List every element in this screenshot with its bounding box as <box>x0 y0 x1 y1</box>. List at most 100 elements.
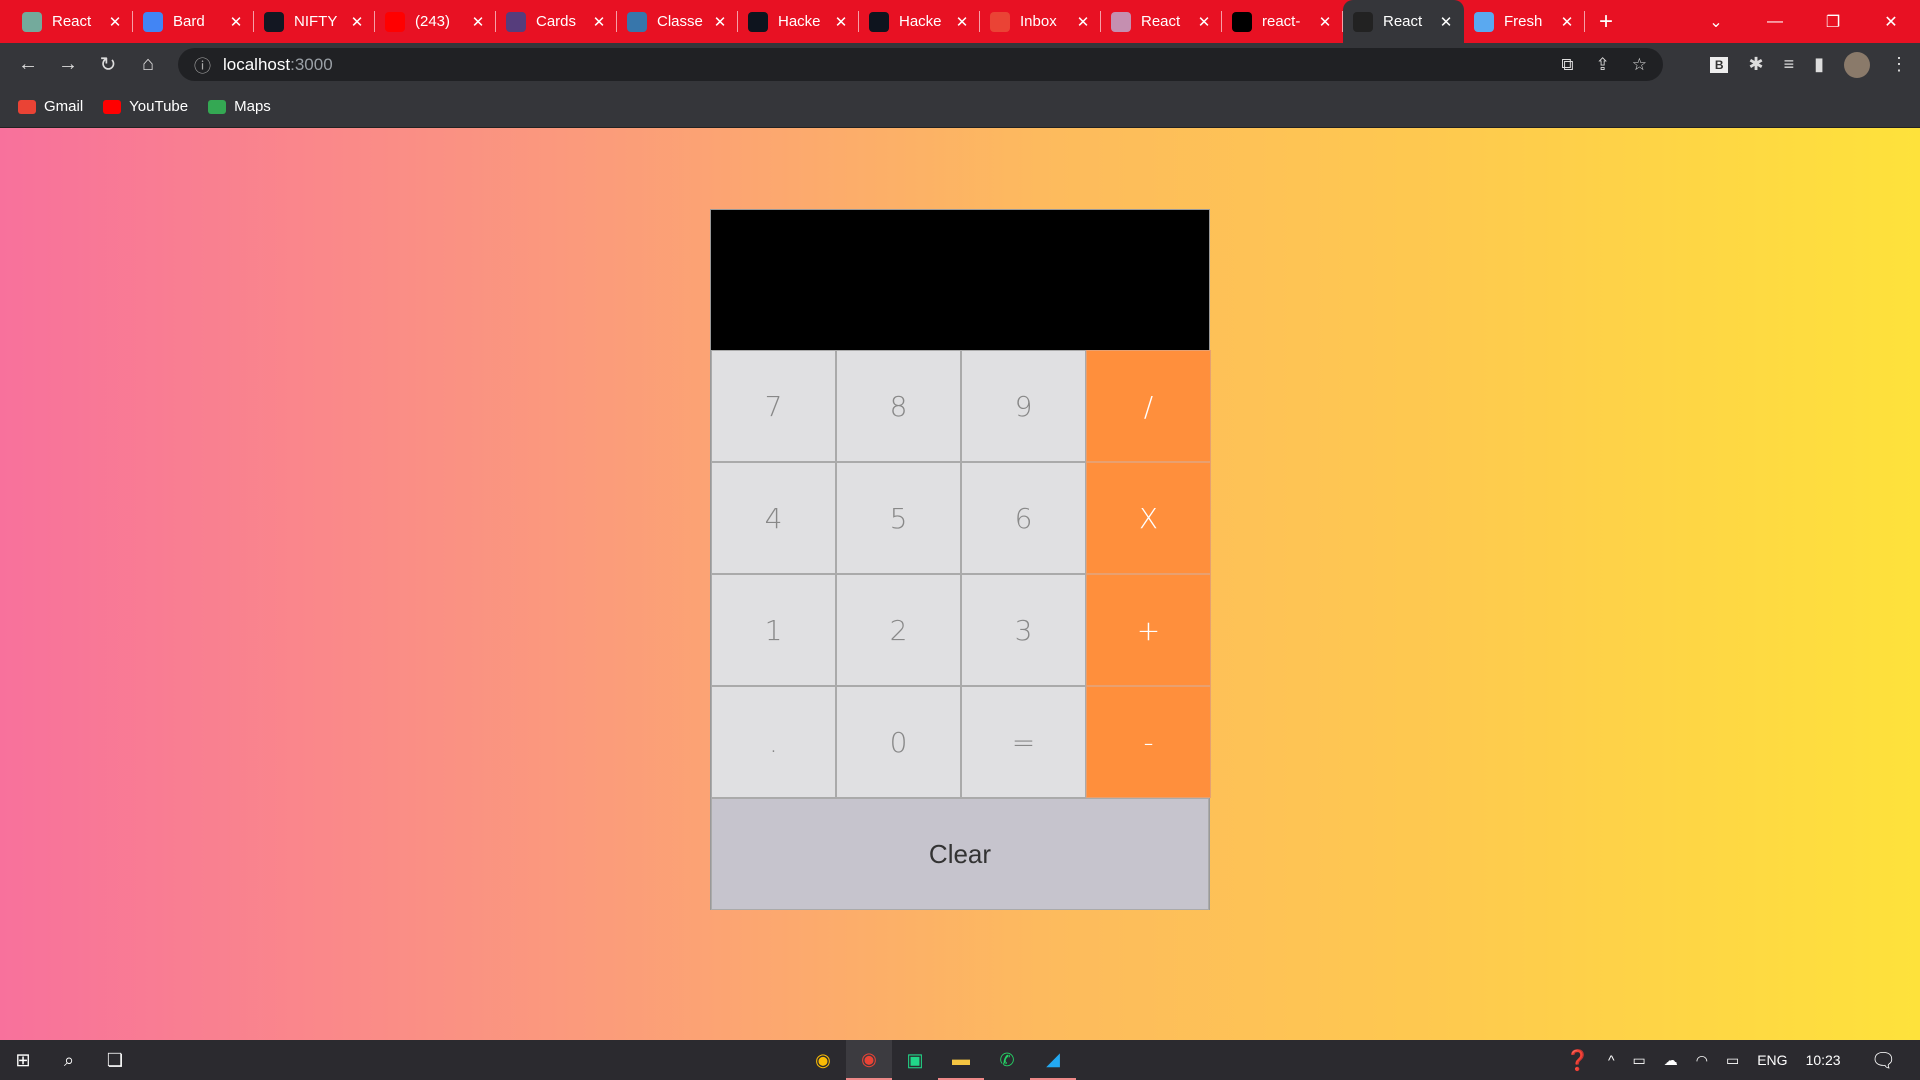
site-info-icon[interactable]: ⓘ <box>194 52 211 77</box>
tab[interactable]: NIFTY ✕ <box>254 0 375 43</box>
extensions-icon[interactable]: ✱ <box>1748 54 1763 75</box>
operator-key[interactable]: + <box>1086 574 1211 686</box>
file-explorer-icon[interactable]: ▬ <box>938 1040 984 1080</box>
bookmark-label: Gmail <box>44 98 84 115</box>
tradingview-icon <box>264 11 284 32</box>
close-tab-icon[interactable]: ✕ <box>1075 13 1091 31</box>
tab-title: Hacke <box>899 13 942 30</box>
close-tab-icon[interactable]: ✕ <box>591 13 607 31</box>
operator-key[interactable]: / <box>1086 350 1211 462</box>
digit-key[interactable]: 4 <box>711 462 836 574</box>
bookmark-gmail[interactable]: Gmail <box>18 98 83 115</box>
tab-title: React <box>1383 13 1423 30</box>
battery-icon[interactable]: ▭ <box>1726 1052 1739 1069</box>
close-tab-icon[interactable]: ✕ <box>954 13 970 31</box>
url-host: localhost <box>223 54 291 74</box>
wifi-icon[interactable]: ◠ <box>1696 1052 1708 1069</box>
chrome-active-icon[interactable]: ◉ <box>846 1040 892 1080</box>
tab[interactable]: Inbox ✕ <box>980 0 1101 43</box>
tab[interactable]: Fresh ✕ <box>1464 0 1585 43</box>
task-view-icon[interactable]: ❏ <box>92 1040 138 1080</box>
new-tab-button[interactable]: + <box>1599 8 1613 36</box>
show-hidden-icons[interactable]: ^ <box>1608 1052 1615 1068</box>
bookmark-youtube[interactable]: YouTube <box>103 98 188 115</box>
digit-key[interactable]: 0 <box>836 686 961 798</box>
avatar-icon <box>1111 11 1131 32</box>
side-panel-icon[interactable]: ▮ <box>1814 54 1824 75</box>
digit-key[interactable]: 5 <box>836 462 961 574</box>
operator-key[interactable]: X <box>1086 462 1211 574</box>
clear-button[interactable]: Clear <box>711 798 1209 910</box>
language-indicator[interactable]: ENG <box>1757 1052 1787 1068</box>
notifications-icon[interactable]: 🗨 <box>1871 1048 1896 1073</box>
help-icon[interactable]: ❓ <box>1565 1048 1590 1073</box>
close-tab-icon[interactable]: ✕ <box>1559 13 1575 31</box>
forward-button[interactable]: → <box>48 53 88 76</box>
digit-key[interactable]: 3 <box>961 574 1086 686</box>
reload-button[interactable]: ↻ <box>88 52 128 77</box>
close-tab-icon[interactable]: ✕ <box>712 13 728 31</box>
tab[interactable]: Hacke ✕ <box>859 0 980 43</box>
close-tab-icon[interactable]: ✕ <box>833 13 849 31</box>
onedrive-icon[interactable]: ☁ <box>1664 1052 1678 1069</box>
close-window-button[interactable]: ✕ <box>1862 12 1920 32</box>
calculator-display <box>711 210 1209 350</box>
tab-title: Cards <box>536 13 577 30</box>
close-tab-icon[interactable]: ✕ <box>470 13 486 31</box>
digit-key[interactable]: 2 <box>836 574 961 686</box>
restore-button[interactable]: ❐ <box>1804 12 1862 32</box>
clock[interactable]: 10:23 <box>1806 1052 1841 1068</box>
calculator: 7 8 9/ 4 5 6 X 1 2 3 +. 0 = - Clear <box>710 209 1211 910</box>
tab-title: NIFTY <box>294 13 338 30</box>
tab[interactable]: react- ✕ <box>1222 0 1343 43</box>
tab-title: React <box>52 13 92 30</box>
bootstrap-extension-icon[interactable]: B <box>1709 56 1729 73</box>
whatsapp-icon[interactable]: ✆ <box>984 1040 1030 1080</box>
media-control-icon[interactable]: ≡ <box>1784 54 1795 75</box>
tab-search-icon[interactable]: ⌄ <box>1686 12 1746 32</box>
tab[interactable]: Hacke ✕ <box>738 0 859 43</box>
profile-avatar[interactable] <box>1844 51 1870 78</box>
tab[interactable]: React ✕ <box>12 0 133 43</box>
search-icon[interactable]: ⌕ <box>46 1040 92 1080</box>
close-tab-icon[interactable]: ✕ <box>349 13 365 31</box>
home-button[interactable]: ⌂ <box>128 53 168 76</box>
digit-key[interactable]: 7 <box>711 350 836 462</box>
tab[interactable]: Cards ✕ <box>496 0 617 43</box>
chrome-icon[interactable]: ◉ <box>800 1040 846 1080</box>
digit-key[interactable]: = <box>961 686 1086 798</box>
python-icon <box>627 11 647 32</box>
close-tab-icon[interactable]: ✕ <box>1196 13 1212 31</box>
digit-key[interactable]: 1 <box>711 574 836 686</box>
close-tab-icon[interactable]: ✕ <box>228 13 244 31</box>
operator-key[interactable]: - <box>1086 686 1211 798</box>
close-tab-icon[interactable]: ✕ <box>1438 13 1454 31</box>
close-tab-icon[interactable]: ✕ <box>1317 13 1333 31</box>
digit-key[interactable]: 8 <box>836 350 961 462</box>
url-input[interactable]: ⓘ localhost:3000 ⧉ ⇪ ☆ <box>178 48 1663 81</box>
tab-title: Classe <box>657 13 703 30</box>
pycharm-icon[interactable]: ▣ <box>892 1040 938 1080</box>
tab[interactable]: React ✕ <box>1343 0 1464 43</box>
digit-key[interactable]: . <box>711 686 836 798</box>
vscode-icon[interactable]: ◢ <box>1030 1040 1076 1080</box>
bookmark-star-icon[interactable]: ☆ <box>1632 55 1647 75</box>
digit-key[interactable]: 6 <box>961 462 1086 574</box>
tab[interactable]: (243) ✕ <box>375 0 496 43</box>
bookmark-maps[interactable]: Maps <box>208 98 271 115</box>
share-icon[interactable]: ⇪ <box>1596 55 1610 75</box>
back-button[interactable]: ← <box>8 53 48 76</box>
open-in-app-icon[interactable]: ⧉ <box>1561 55 1573 75</box>
close-tab-icon[interactable]: ✕ <box>107 13 123 31</box>
bookmark-label: Maps <box>234 98 271 115</box>
tab[interactable]: Bard ✕ <box>133 0 254 43</box>
menu-icon[interactable]: ⋮ <box>1890 54 1908 75</box>
tab[interactable]: React ✕ <box>1101 0 1222 43</box>
windows-start-icon[interactable]: ⊞ <box>0 1040 46 1080</box>
camera-icon[interactable]: ▭ <box>1633 1052 1646 1069</box>
minimize-button[interactable]: — <box>1746 13 1804 31</box>
tab[interactable]: Classe ✕ <box>617 0 738 43</box>
digit-key[interactable]: 9 <box>961 350 1086 462</box>
github-icon <box>1232 11 1252 32</box>
bookmark-label: YouTube <box>129 98 189 115</box>
